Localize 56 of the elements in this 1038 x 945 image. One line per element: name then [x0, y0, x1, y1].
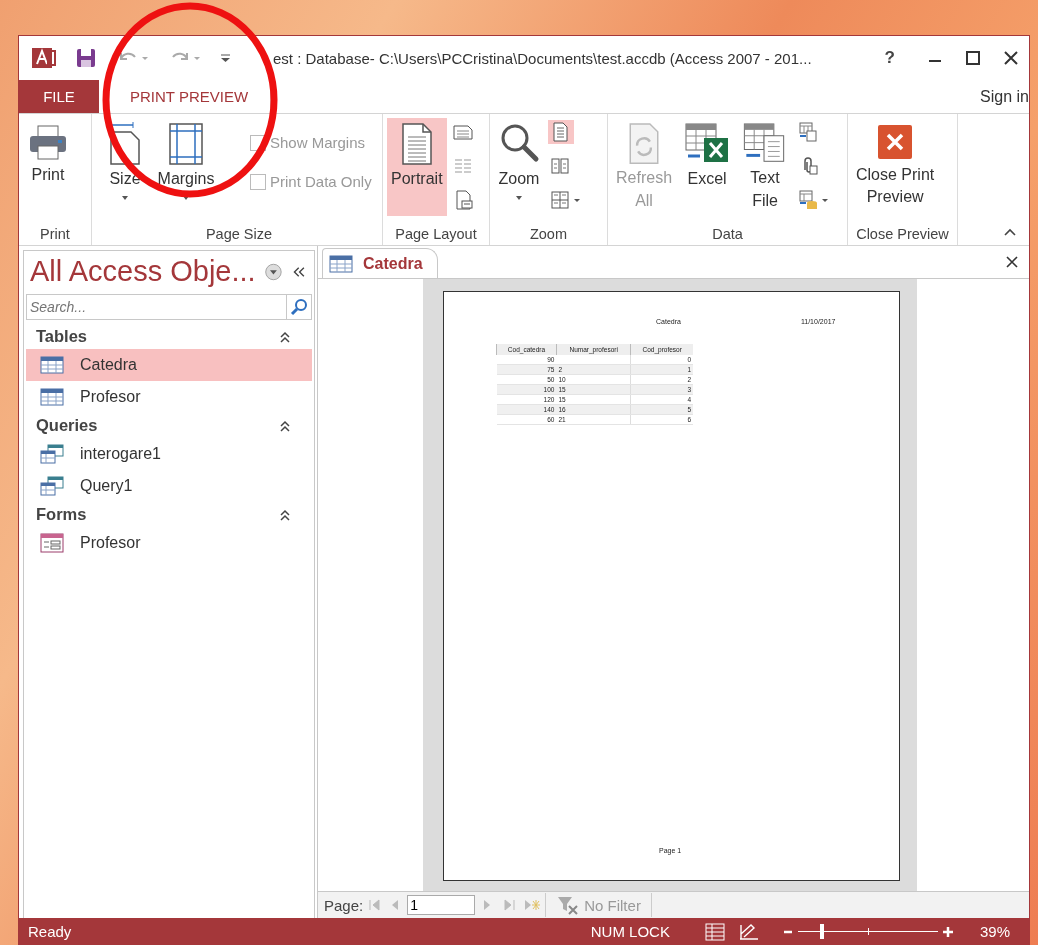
table-icon	[40, 387, 64, 407]
navigation-item[interactable]: Query1	[26, 470, 312, 502]
group-label: Data	[711, 225, 744, 244]
table-icon	[40, 355, 64, 375]
ribbon-button[interactable]: Zoom	[494, 118, 544, 216]
ribbon-button[interactable]: Print	[23, 118, 73, 216]
ribbon-button[interactable]: Close Print Preview	[852, 118, 939, 216]
filter-icon	[556, 895, 581, 915]
printer-icon	[28, 122, 68, 162]
maximize-icon[interactable]	[963, 49, 983, 67]
search-field[interactable]: Search...	[26, 294, 286, 320]
group-label: Page Layout	[394, 225, 478, 244]
access-logo-icon	[31, 45, 57, 71]
ribbon-button[interactable]: Excel	[680, 118, 735, 216]
page-number-field[interactable]: 1	[407, 895, 476, 915]
query-icon	[40, 444, 64, 464]
page-label: Page:	[324, 896, 364, 914]
status-indicator: NUM LOCK	[590, 923, 670, 940]
group-label: Zoom	[528, 225, 569, 244]
file-tab[interactable]: FILE	[19, 80, 99, 113]
design-view-icon[interactable]	[737, 921, 760, 942]
collapse-icon[interactable]	[278, 329, 292, 344]
group-header[interactable]: Tables	[36, 327, 88, 346]
save-icon[interactable]	[75, 47, 97, 69]
window-title: est : Database- C:\Users\PCCristina\Documents\test.accdb (Access 2007 - 201...	[273, 49, 813, 67]
datasheet-view-icon[interactable]	[703, 921, 726, 942]
pane-title[interactable]: All Access Obje...	[30, 255, 256, 288]
help-button[interactable]: ?	[872, 48, 907, 68]
margins-icon	[166, 122, 206, 166]
zoom-level: 39%	[979, 923, 1010, 940]
collapse-icon[interactable]	[278, 418, 292, 433]
navigation-item[interactable]: Profesor	[26, 527, 312, 559]
search-icon[interactable]	[290, 298, 308, 316]
status-text: Ready	[28, 923, 72, 940]
group-label: Close Preview	[855, 225, 950, 244]
group-header[interactable]: Queries	[36, 416, 98, 435]
group-label: Page Size	[204, 225, 274, 244]
collapse-icon[interactable]	[278, 507, 292, 522]
query-icon	[40, 476, 64, 496]
one-page-icon[interactable]	[548, 120, 574, 144]
close-icon[interactable]	[1005, 255, 1019, 269]
table-icon	[329, 253, 353, 274]
group-label: Print	[39, 225, 71, 244]
navigation-item[interactable]: Profesor	[26, 381, 312, 413]
collapse-ribbon-icon[interactable]	[1003, 227, 1017, 237]
form-icon	[40, 533, 64, 553]
close-icon[interactable]	[1001, 49, 1021, 67]
group-header[interactable]: Forms	[36, 505, 87, 524]
ribbon-button[interactable]: Text File	[738, 118, 793, 216]
navigation-item[interactable]: Catedra	[26, 349, 312, 381]
document-tab[interactable]: Catedra	[322, 248, 438, 278]
sign-in-link[interactable]: Sign in	[980, 87, 1029, 106]
zoom-in-icon[interactable]	[941, 925, 954, 938]
navigation-item[interactable]: interogare1	[26, 438, 312, 470]
ribbon-button[interactable]: Margins	[154, 118, 218, 216]
ribbon-button[interactable]: Portrait	[387, 118, 447, 216]
